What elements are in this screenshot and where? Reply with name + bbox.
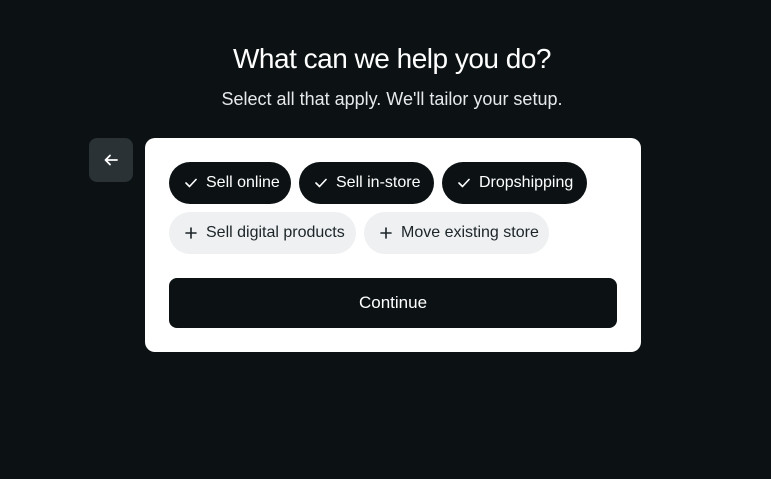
- option-label: Move existing store: [401, 224, 539, 241]
- option-chip-sell-in-store[interactable]: Sell in-store: [299, 162, 434, 204]
- back-button[interactable]: [89, 138, 133, 182]
- check-icon: [457, 176, 471, 190]
- option-label: Dropshipping: [479, 174, 574, 191]
- options-card: Sell online Sell in-store Dropshipping S…: [145, 138, 641, 352]
- check-icon: [184, 176, 198, 190]
- option-chip-move-existing-store[interactable]: Move existing store: [364, 212, 549, 254]
- plus-icon: [184, 226, 198, 240]
- option-chip-sell-online[interactable]: Sell online: [169, 162, 291, 204]
- plus-icon: [379, 226, 393, 240]
- option-label: Sell online: [206, 174, 280, 191]
- page-title: What can we help you do?: [233, 43, 551, 74]
- arrow-left-icon: [104, 154, 118, 166]
- option-chip-dropshipping[interactable]: Dropshipping: [442, 162, 587, 204]
- continue-button[interactable]: Continue: [169, 278, 617, 328]
- check-icon: [314, 176, 328, 190]
- page-subtitle: Select all that apply. We'll tailor your…: [221, 89, 563, 109]
- option-label: Sell digital products: [206, 224, 345, 241]
- option-label: Sell in-store: [336, 174, 421, 191]
- option-chip-sell-digital-products[interactable]: Sell digital products: [169, 212, 356, 254]
